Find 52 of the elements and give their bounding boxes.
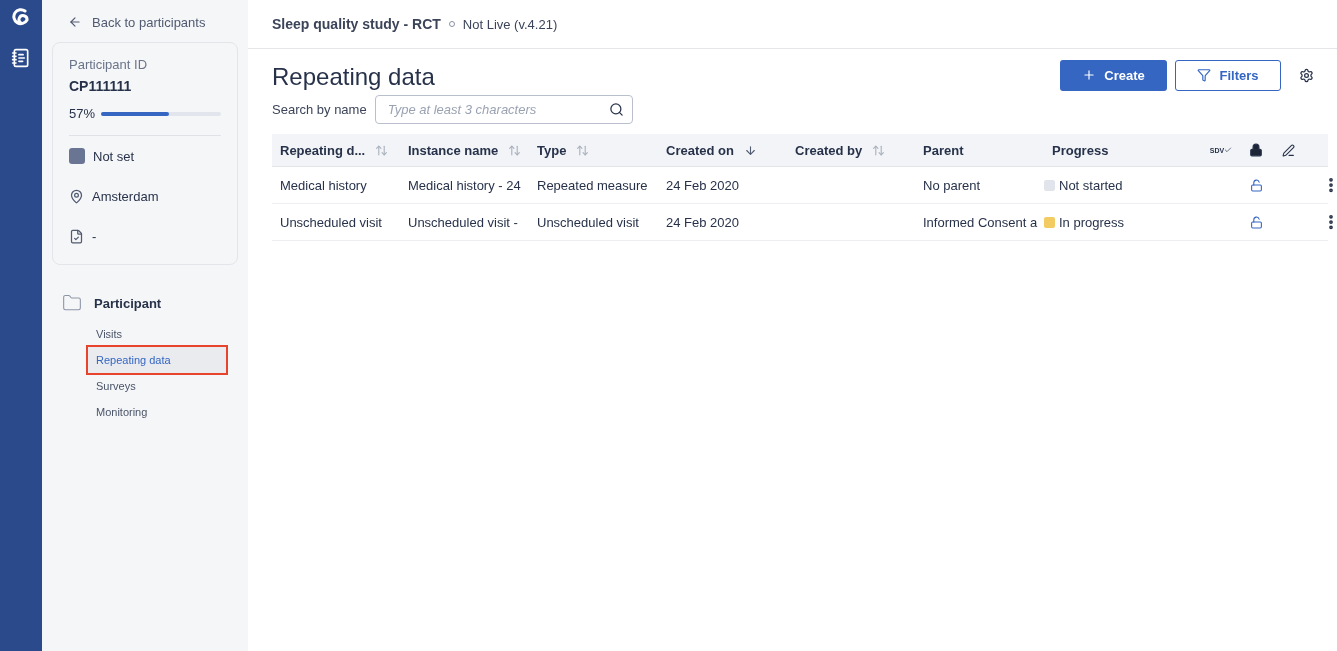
location-pin-icon	[69, 188, 84, 204]
search-field[interactable]: Type at least 3 characters	[374, 95, 633, 124]
create-button[interactable]: Create	[1060, 59, 1167, 91]
form-check-icon	[69, 228, 84, 244]
participant-id: CP111111	[69, 78, 133, 94]
progress-percent: 57%	[69, 106, 96, 121]
study-status: Not Live (v.4.21)	[462, 16, 558, 32]
nav-item[interactable]: Monitoring	[88, 399, 226, 425]
status-text: Not set	[93, 148, 135, 164]
note-text: -	[92, 228, 97, 244]
table-cell-text: Unscheduled visit	[279, 214, 383, 230]
column-header[interactable]: Instance name	[408, 142, 499, 158]
unlock-icon[interactable]	[1249, 215, 1263, 229]
site-text: Amsterdam	[92, 188, 159, 204]
participant-id-label: Participant ID	[69, 57, 149, 72]
folder-icon	[62, 293, 82, 313]
table-cell-text: Medical history - 24	[407, 177, 522, 193]
column-header[interactable]: Repeating d...	[280, 142, 366, 158]
notebook-icon[interactable]	[11, 48, 31, 68]
status-square-icon	[69, 148, 85, 164]
settings-icon[interactable]	[1299, 67, 1314, 83]
column-header[interactable]: Type	[537, 142, 567, 158]
plus-icon	[1082, 68, 1097, 82]
signature-icon[interactable]	[1281, 143, 1295, 157]
table-cell-text: 24 Feb 2020	[665, 214, 740, 230]
lock-icon[interactable]	[1249, 143, 1263, 157]
unlock-icon[interactable]	[1249, 178, 1263, 192]
table-cell-text: Unscheduled visit -	[407, 214, 519, 230]
progress-status-text: In progress	[1059, 214, 1125, 230]
sort-descending-icon[interactable]	[743, 143, 757, 157]
search-icon	[608, 102, 624, 117]
nav-item[interactable]: Visits	[88, 321, 226, 347]
filter-icon	[1197, 68, 1212, 82]
table-cell-text: 24 Feb 2020	[665, 177, 740, 193]
column-header[interactable]: Created by	[795, 142, 863, 158]
table-cell-text: Repeated measure	[536, 177, 649, 193]
column-header[interactable]: Progress	[1052, 142, 1109, 158]
column-header[interactable]: Created on	[666, 142, 734, 158]
table-cell-text: Unscheduled visit	[536, 214, 640, 230]
search-label: Search by name	[272, 102, 367, 117]
progress-status-text: Not started	[1059, 177, 1123, 193]
page-title: Repeating data	[272, 63, 436, 91]
filters-button[interactable]: Filters	[1175, 59, 1281, 91]
column-header[interactable]: Parent	[923, 142, 964, 158]
back-link[interactable]: Back to participants	[52, 10, 238, 32]
table-cell-text: Informed Consent a	[922, 214, 1039, 230]
nav-section-title: Participant	[94, 295, 162, 311]
study-title: Sleep quality study - RCT	[272, 16, 441, 32]
table-cell-text: No parent	[922, 177, 982, 193]
nav-item[interactable]: Surveys	[88, 373, 226, 399]
table-cell-text: Medical history	[279, 177, 368, 193]
nav-item[interactable]: Repeating data	[88, 347, 226, 373]
